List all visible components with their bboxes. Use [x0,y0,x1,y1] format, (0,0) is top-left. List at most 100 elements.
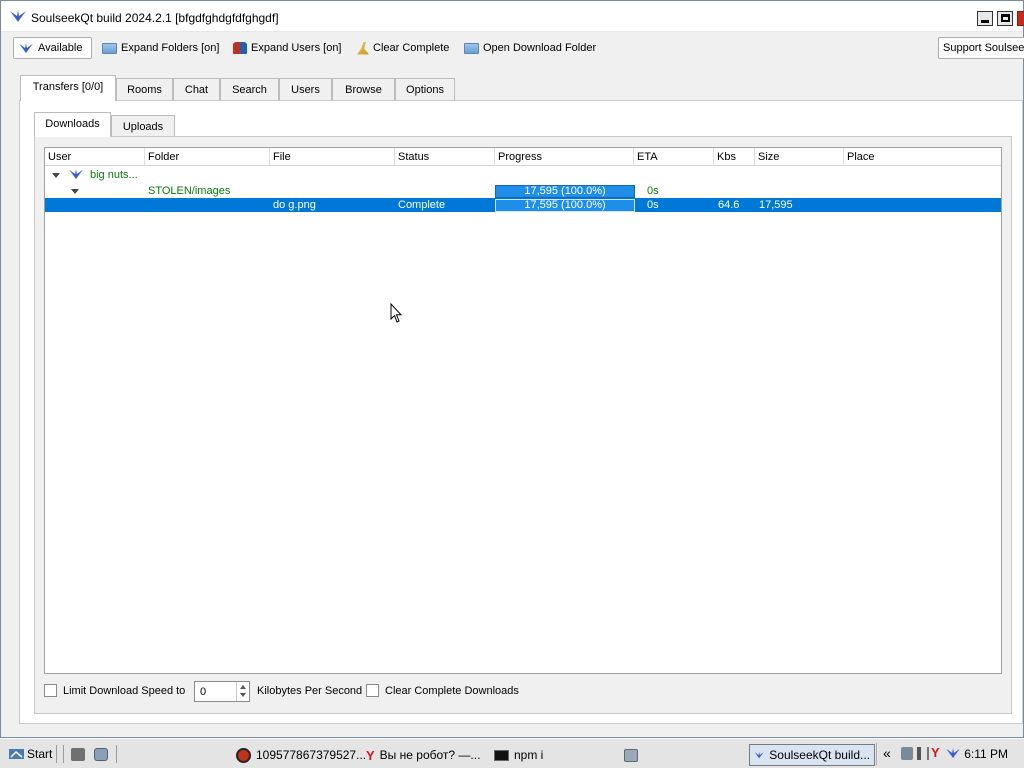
tab-label: Transfers [0/0] [32,81,104,93]
tab-label: Rooms [127,84,162,96]
column-header-status[interactable]: Status [395,148,495,166]
file-size: 17,595 [759,199,793,211]
yandex-icon: Y [366,747,375,763]
spin-down-icon[interactable] [240,693,246,697]
soulseek-bird-icon [19,42,33,54]
tray-expand-icon[interactable]: « [883,745,891,761]
expand-folders-button[interactable]: Expand Folders [on] [98,37,223,59]
quicklaunch-desktop-icon[interactable] [71,748,85,761]
taskbar-app-icon[interactable] [624,749,638,762]
maximize-icon [1001,14,1010,22]
folder-icon [464,42,479,54]
table-row[interactable]: do g.png Complete 17,595 (100.0%) 0s 64.… [45,198,1001,212]
expand-folders-label: Expand Folders [on] [121,42,220,54]
spin-arrows[interactable] [236,682,249,701]
expand-users-label: Expand Users [on] [251,42,342,54]
yandex-icon[interactable]: Y [931,745,940,760]
user-name: big nuts... [90,169,138,181]
folder-icon [102,42,117,54]
tab-chat[interactable]: Chat [173,78,220,101]
quicklaunch-app-icon[interactable] [94,748,108,761]
soulseek-bird-icon [69,168,83,180]
soulseek-bird-icon[interactable] [945,747,961,759]
toolbar: Available Expand Folders [on] Expand Use… [1,33,1024,63]
column-header-eta[interactable]: ETA [634,148,714,166]
clear-complete-button[interactable]: Clear Complete [353,37,453,59]
folder-row[interactable]: STOLEN/images 17,595 (100.0%) 0s [45,184,1001,198]
folder-eta: 0s [647,185,659,197]
speed-limit-spinbox[interactable]: 0 [194,681,250,702]
subtab-label: Uploads [122,121,164,133]
users-icon [233,42,247,54]
taskbar-item-soulseek[interactable]: SoulseekQt build... [749,744,875,766]
tab-users[interactable]: Users [279,78,332,101]
app-window: SoulseekQt build 2024.2.1 [bfgdfghdgfdfg… [0,0,1024,738]
available-button[interactable]: Available [13,37,92,59]
clear-complete-checkbox[interactable] [366,684,379,697]
folder-progress-text: 17,595 (100.0%) [524,185,606,197]
user-row[interactable]: big nuts... [45,168,1001,182]
title-bar[interactable]: SoulseekQt build 2024.2.1 [bfgdfghdgfdfg… [1,1,1024,32]
column-header-folder[interactable]: Folder [145,148,270,166]
column-header-size[interactable]: Size [755,148,844,166]
subtab-downloads[interactable]: Downloads [34,112,111,137]
column-header-place[interactable]: Place [844,148,1001,166]
file-name: do g.png [273,199,316,211]
speed-unit-label: Kilobytes Per Second [257,685,363,697]
start-icon [9,749,24,759]
volume-icon[interactable] [917,747,929,760]
file-progress-bar: 17,595 (100.0%) [495,199,635,212]
tab-options[interactable]: Options [395,78,455,101]
collapse-arrow-icon[interactable] [71,189,79,194]
taskbar-separator [63,745,64,763]
file-progress-text: 17,595 (100.0%) [524,199,606,211]
tab-browse[interactable]: Browse [332,78,395,101]
minimize-button[interactable] [977,11,993,26]
spin-up-icon[interactable] [240,685,246,689]
taskbar-item-yandex[interactable]: Y Вы не робот? —... [366,744,480,766]
download-options: Limit Download Speed to 0 Kilobytes Per … [44,681,994,702]
column-header-progress[interactable]: Progress [495,148,634,166]
column-header-file[interactable]: File [270,148,395,166]
speed-limit-value: 0 [200,686,207,698]
start-button[interactable]: Start [6,743,55,765]
system-tray: « Y 6:11 PM [876,743,1024,765]
mouse-cursor-icon [390,303,403,323]
console-icon [494,749,509,761]
start-label: Start [27,747,53,761]
browser-icon [236,747,251,763]
tab-search[interactable]: Search [220,78,279,101]
taskbar-item-label: SoulseekQt build... [769,748,870,762]
network-icon[interactable] [901,747,913,760]
limit-speed-checkbox[interactable] [44,684,57,697]
subtab-uploads[interactable]: Uploads [111,115,175,137]
tab-rooms[interactable]: Rooms [116,78,173,101]
limit-speed-label: Limit Download Speed to [63,685,186,697]
taskbar-separator [116,745,117,763]
expand-users-button[interactable]: Expand Users [on] [229,37,346,59]
support-soulseek-button[interactable]: Support Soulseek [938,37,1024,59]
taskbar-item-chrome[interactable]: 109577867379527... [236,744,366,766]
table-header: User Folder File Status Progress ETA Kbs… [45,148,1001,166]
available-label: Available [38,42,83,54]
taskbar: Start 109577867379527... Y Вы не робот? … [0,738,1024,768]
open-download-folder-button[interactable]: Open Download Folder [460,37,600,59]
taskbar-item-label: npm i [514,748,544,762]
tab-transfers[interactable]: Transfers [0/0] [20,75,116,101]
downloads-table[interactable]: User Folder File Status Progress ETA Kbs… [44,147,1002,674]
maximize-button[interactable] [997,11,1013,26]
folder-name: STOLEN/images [148,185,231,197]
taskbar-separator [56,745,57,763]
file-eta: 0s [647,199,659,211]
tab-label: Chat [184,84,209,96]
clock[interactable]: 6:11 PM [964,747,1008,761]
close-button[interactable] [1017,11,1024,26]
folder-progress-bar: 17,595 (100.0%) [495,185,635,198]
column-header-kbs[interactable]: Kbs [714,148,755,166]
column-header-user[interactable]: User [45,148,145,166]
taskbar-item-console[interactable]: npm i [494,744,543,766]
collapse-arrow-icon[interactable] [52,173,60,178]
file-kbs: 64.6 [718,199,740,211]
tab-label: Users [291,84,320,96]
clear-complete-downloads-label: Clear Complete Downloads [385,685,519,697]
